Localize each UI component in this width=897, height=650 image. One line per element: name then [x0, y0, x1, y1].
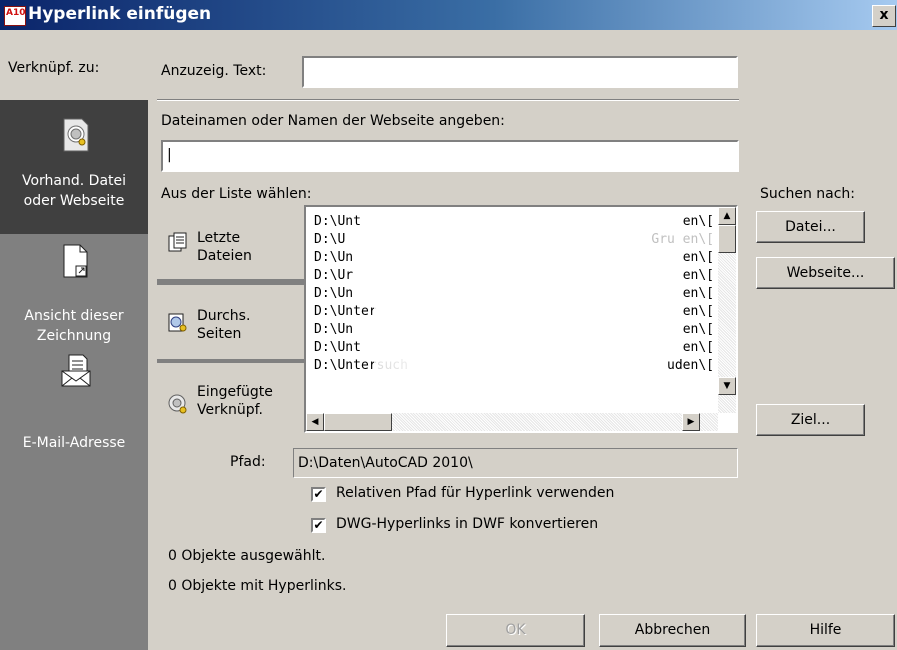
drawing-view-icon [63, 244, 88, 278]
list-item[interactable]: D:\Unt [314, 339, 361, 357]
sidebar-item-existing-file-label2: oder Webseite [23, 193, 125, 209]
logo-text: A10 [6, 8, 26, 18]
choose-from-list-label: Aus der Liste wählen: [161, 186, 312, 202]
list-item[interactable]: D:\Ur [314, 267, 353, 285]
link-to-label: Verknüpf. zu: [8, 60, 100, 76]
sidebar-item-drawing-view[interactable]: Ansicht dieser Zeichnung [0, 234, 148, 344]
list-item-end: uden\[ [667, 358, 714, 373]
display-text-label: Anzuzeig. Text: [161, 63, 267, 79]
sidebar-item-existing-file-label1: Vorhand. Datei [21, 173, 127, 189]
file-list[interactable]: D:\Unt D:\U D:\Un D:\Ur D:\Un D:\Unter D… [304, 205, 738, 433]
list-item[interactable]: D:\Un [314, 249, 353, 267]
list-item-end: en\[ [682, 304, 714, 319]
list-item-end: en\[ [682, 322, 714, 337]
list-item[interactable]: D:\U [314, 231, 345, 249]
webpage-button[interactable]: Webseite... [756, 257, 895, 289]
email-icon [61, 354, 91, 387]
sidebar-item-drawing-view-label1: Ansicht dieser [24, 308, 124, 324]
separator [157, 99, 739, 101]
sidebar-item-email[interactable]: E-Mail-Adresse [0, 344, 148, 454]
list-item-end: Gru en\[ [651, 232, 714, 247]
list-item[interactable]: D:\Un [314, 321, 353, 339]
title-bar: A10 Hyperlink einfügen x [0, 0, 897, 30]
relative-path-label[interactable]: Relativen Pfad für Hyperlink verwenden [336, 485, 614, 501]
dwg-to-dwf-checkbox[interactable]: ✔ [311, 518, 326, 533]
tab-inserted-links[interactable]: Eingefügte Verknüpf. [157, 363, 304, 437]
list-item[interactable]: D:\Unt [314, 213, 361, 231]
filename-label: Dateinamen oder Namen der Webseite angeb… [161, 113, 505, 129]
target-button[interactable]: Ziel... [756, 404, 865, 436]
tab-inserted-links-line2: Verknüpf. [197, 402, 263, 418]
list-item-end: en\[ [682, 268, 714, 283]
search-for-label: Suchen nach: [760, 186, 856, 202]
scroll-left-arrow-icon[interactable]: ◀ [306, 413, 324, 431]
list-item[interactable]: D:\Un [314, 285, 353, 303]
scroll-up-arrow-icon[interactable]: ▲ [718, 207, 736, 225]
tab-browsed-pages-line2: Seiten [197, 326, 242, 342]
sidebar-item-existing-file[interactable]: Vorhand. Datei oder Webseite [0, 100, 148, 234]
list-vertical-scrollbar[interactable]: ▲ ▼ [718, 207, 736, 413]
tab-recent-files[interactable]: Letzte Dateien [157, 205, 304, 279]
list-item-end: en\[ [682, 214, 714, 229]
list-item-end: en\[ [682, 340, 714, 355]
list-horizontal-scrollbar[interactable]: ◀ ▶ [306, 413, 718, 431]
tab-recent-files-line2: Dateien [197, 248, 252, 264]
tab-browsed-pages[interactable]: Durchs. Seiten [157, 285, 304, 359]
selected-objects-status: 0 Objekte ausgewählt. [168, 548, 326, 564]
cancel-button[interactable]: Abbrechen [599, 614, 746, 647]
sidebar-item-email-label: E-Mail-Adresse [22, 435, 126, 451]
sidebar-item-drawing-view-label2: Zeichnung [36, 328, 112, 344]
browsed-pages-icon [168, 313, 187, 332]
path-display: D:\Daten\AutoCAD 2010\ [293, 448, 738, 478]
file-button[interactable]: Datei... [756, 211, 865, 243]
horizontal-scroll-thumb[interactable] [324, 413, 392, 431]
scroll-right-arrow-icon[interactable]: ▶ [682, 413, 700, 431]
vertical-scroll-thumb[interactable] [718, 225, 736, 253]
scroll-down-arrow-icon[interactable]: ▼ [718, 377, 736, 395]
autocad-logo-icon: A10 [4, 6, 26, 26]
tab-browsed-pages-line1: Durchs. [197, 308, 251, 324]
window-title: Hyperlink einfügen [28, 4, 212, 24]
tab-inserted-links-line1: Eingefügte [197, 384, 273, 400]
hyperlinked-objects-status: 0 Objekte mit Hyperlinks. [168, 578, 347, 594]
help-button[interactable]: Hilfe [756, 614, 895, 647]
existing-file-icon [63, 118, 89, 152]
relative-path-checkbox[interactable]: ✔ [311, 487, 326, 502]
filename-input[interactable]: | [161, 140, 739, 172]
close-button[interactable]: x [872, 5, 896, 27]
ok-button[interactable]: OK [446, 614, 585, 647]
list-item-end: en\[ [682, 286, 714, 301]
dwg-to-dwf-label[interactable]: DWG-Hyperlinks in DWF konvertieren [336, 516, 598, 532]
recent-files-icon [168, 232, 187, 252]
display-text-input[interactable] [302, 56, 738, 88]
list-item[interactable]: D:\Unter [314, 303, 377, 321]
list-category-tabs: Letzte Dateien Durchs. Seiten Eingefügte… [157, 205, 304, 437]
tab-recent-files-line1: Letzte [197, 230, 241, 246]
path-label: Pfad: [230, 454, 266, 470]
inserted-links-icon [168, 394, 187, 414]
list-item-end: en\[ [682, 250, 714, 265]
link-type-sidebar: Vorhand. Datei oder Webseite Ansicht die… [0, 100, 148, 650]
